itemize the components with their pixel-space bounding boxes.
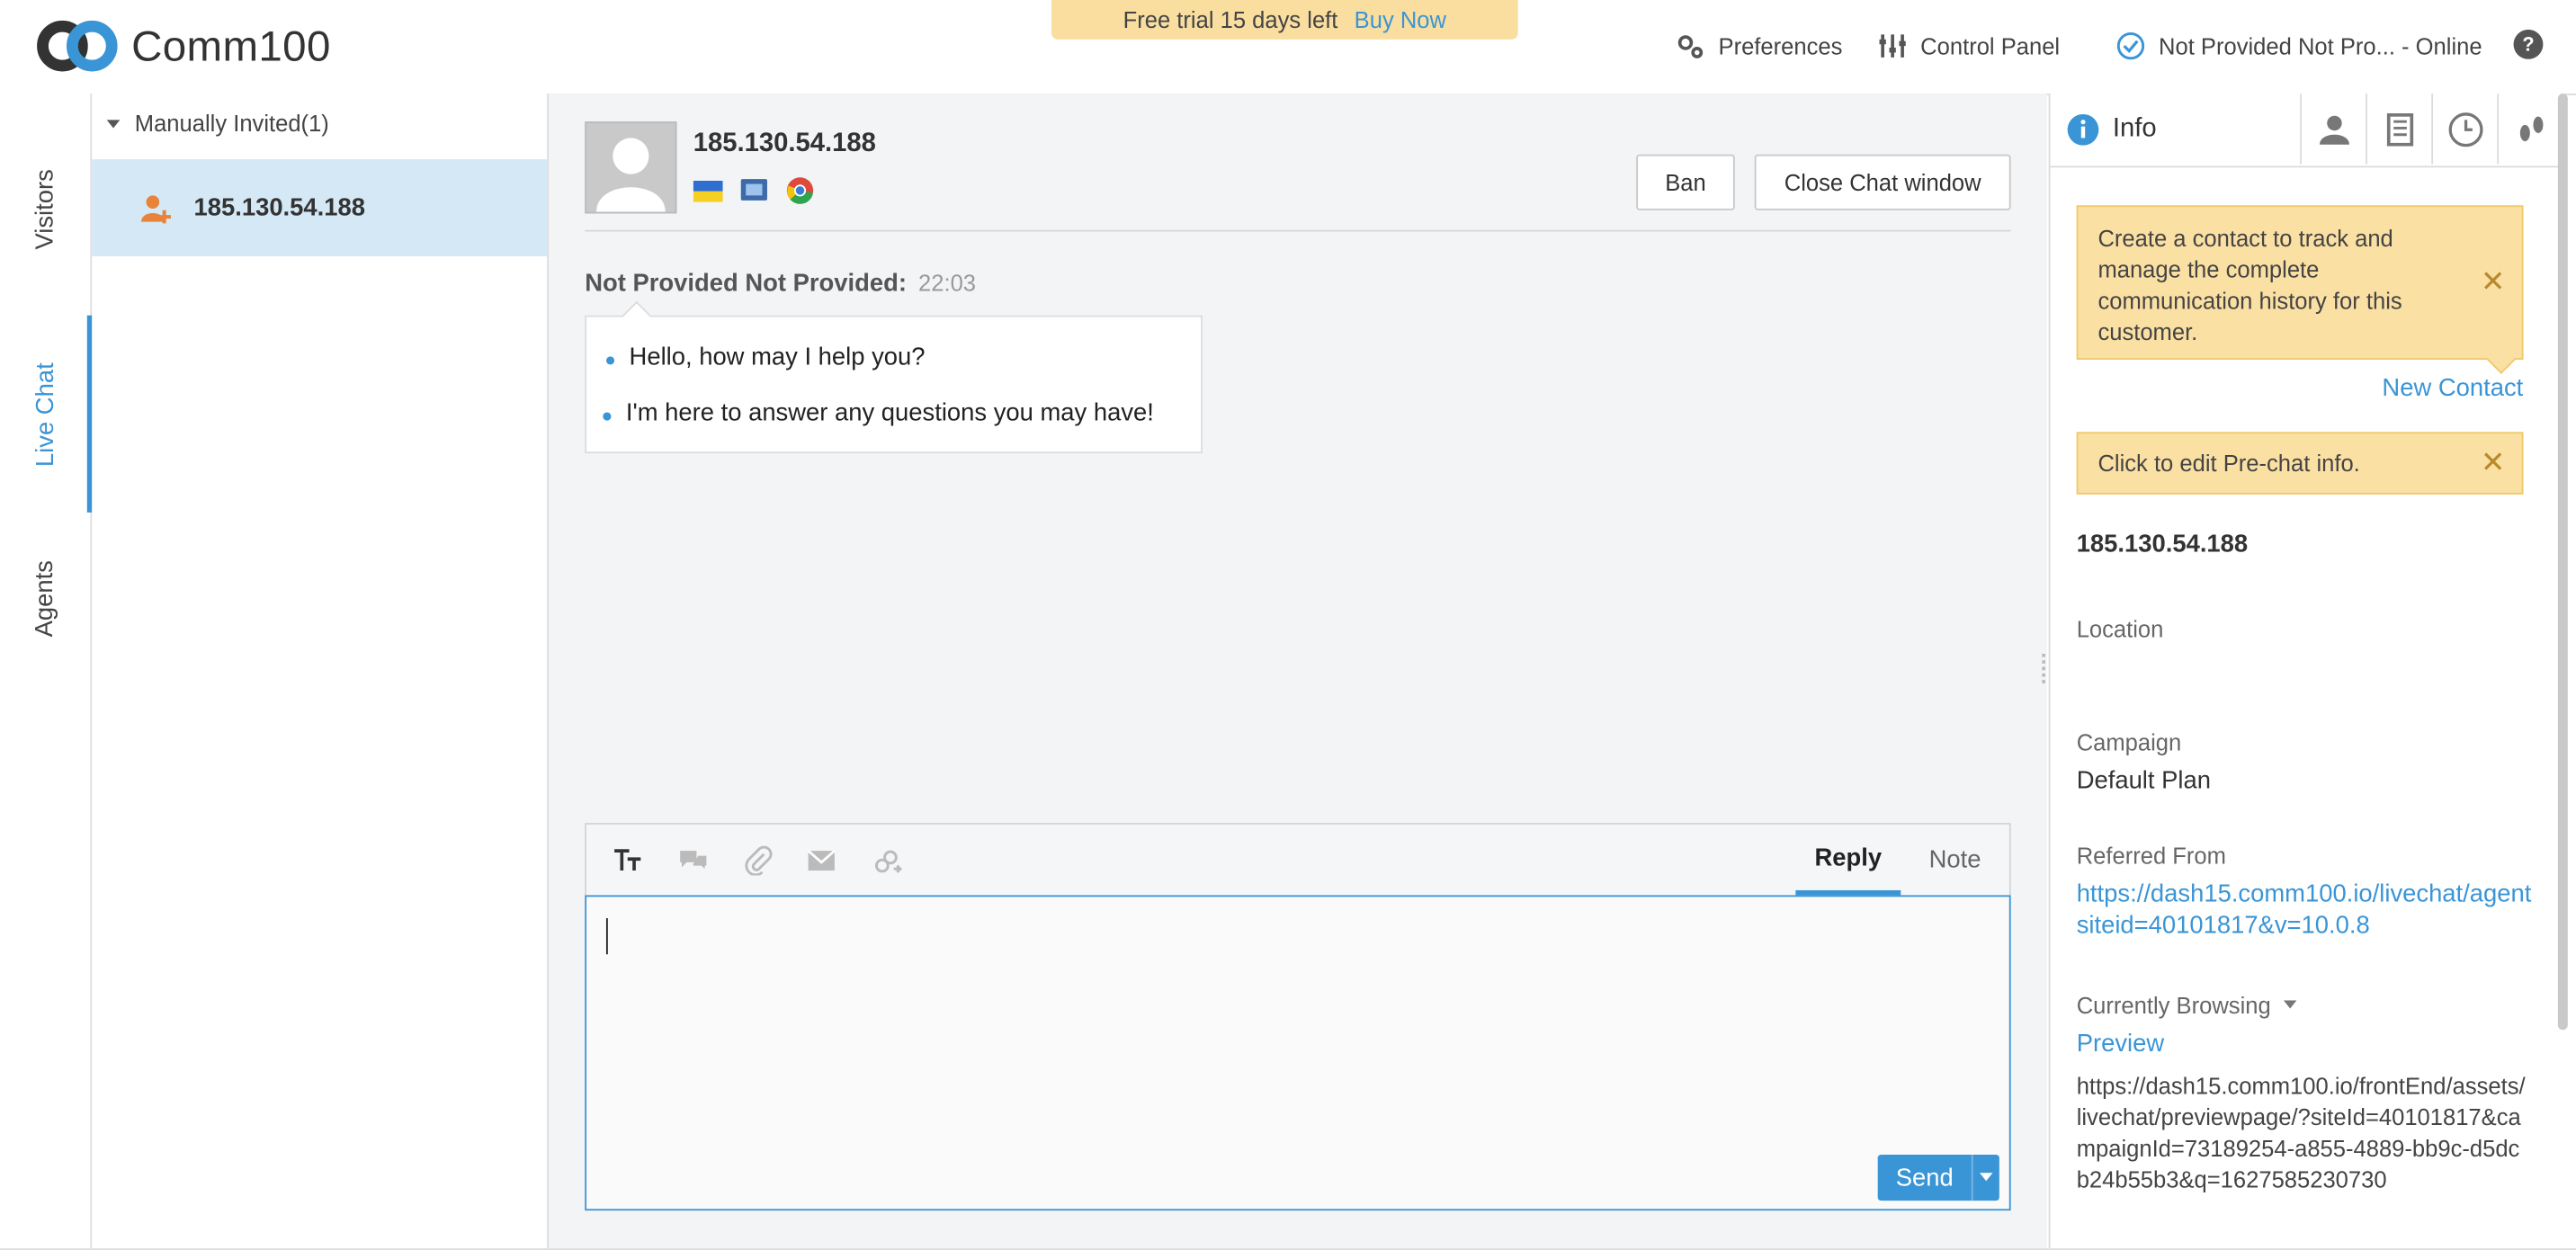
message-header: Not Provided Not Provided: 22:03 — [585, 270, 976, 298]
browsing-page-title-link[interactable]: Preview — [2077, 1028, 2164, 1059]
caret-down-icon — [2284, 1000, 2297, 1009]
text-cursor — [605, 918, 608, 955]
app-window: Comm100 Free trial 15 days left Buy Now … — [0, 0, 2576, 1250]
canned-messages-icon[interactable] — [677, 844, 711, 878]
campaign-value: Default Plan — [2076, 766, 2211, 796]
agent-status-menu[interactable]: Not Provided Not Pro... - Online — [2116, 26, 2482, 66]
prechat-tip-text: Click to edit Pre-chat info. — [2097, 450, 2360, 477]
info-icon — [2067, 113, 2099, 146]
message-line: I'm here to answer any questions you may… — [603, 398, 1154, 427]
attachment-icon[interactable] — [743, 844, 776, 878]
send-label: Send — [1895, 1164, 1954, 1192]
clock-icon — [2448, 112, 2483, 147]
brand-name: Comm100 — [131, 20, 331, 70]
message-line: Hello, how may I help you? — [605, 343, 926, 371]
visitor-avatar — [585, 121, 677, 214]
caret-down-icon — [106, 120, 121, 129]
online-check-icon — [2116, 31, 2145, 60]
ukraine-flag-icon — [693, 180, 723, 201]
message-sender: Not Provided Not Provided: — [585, 269, 907, 298]
send-button[interactable]: Send — [1877, 1155, 1999, 1201]
new-contact-link[interactable]: New Contact — [2382, 374, 2523, 402]
create-contact-tip: Create a contact to track and manage the… — [2076, 205, 2524, 361]
rail-tab-live-chat[interactable]: Live Chat — [0, 315, 93, 513]
ban-button[interactable]: Ban — [1636, 154, 1735, 210]
rail-tab-visitors[interactable]: Visitors — [0, 110, 90, 307]
create-contact-tip-text: Create a contact to track and manage the… — [2097, 225, 2402, 345]
info-tab-label: Info — [2112, 114, 2157, 143]
tab-note[interactable]: Note — [1914, 825, 1996, 896]
referred-from-link-cont[interactable]: siteid=40101817&v=10.0.8 — [2077, 910, 2370, 942]
control-panel-label: Control Panel — [1920, 32, 2061, 59]
rail-tab-label: Visitors — [31, 168, 59, 249]
currently-browsing-header[interactable]: Currently Browsing — [2077, 992, 2297, 1018]
location-label: Location — [2076, 615, 2164, 643]
referred-from-label: Referred From — [2076, 842, 2226, 870]
visitor-list-item[interactable]: 185.130.54.188 — [92, 159, 548, 256]
close-icon[interactable]: ✕ — [2481, 447, 2506, 479]
agent-status-label: Not Provided Not Pro... - Online — [2159, 32, 2482, 59]
footprints-icon — [2519, 115, 2544, 141]
message-composer: Reply Note Send — [585, 823, 2011, 1211]
chat-area: 185.130.54.188 Ban Close Chat window Not… — [549, 94, 2047, 1249]
visitor-list-panel: Manually Invited(1) 185.130.54.188 — [92, 94, 550, 1249]
campaign-label: Campaign — [2076, 728, 2182, 756]
visitor-ip-info: 185.130.54.188 — [2076, 530, 2249, 559]
currently-browsing-label: Currently Browsing — [2076, 992, 2271, 1019]
rail-tab-agents[interactable]: Agents — [0, 499, 90, 696]
tab-info[interactable]: Info — [2050, 94, 2300, 165]
rail-tab-label: Agents — [31, 559, 59, 637]
tab-footprints[interactable] — [2497, 94, 2565, 165]
message-bubble: Hello, how may I help you? I'm here to a… — [585, 315, 1203, 454]
trial-banner: Free trial 15 days left Buy Now — [1051, 0, 1518, 40]
send-options-caret-icon[interactable] — [1973, 1173, 1999, 1183]
composer-toolbar: Reply Note — [586, 824, 2009, 896]
tab-history[interactable] — [2431, 94, 2500, 165]
control-panel-button[interactable]: Control Panel — [1878, 26, 2060, 66]
notebook-icon — [2386, 112, 2414, 146]
prechat-tip[interactable]: Click to edit Pre-chat info. ✕ — [2076, 432, 2524, 495]
sliders-icon — [1879, 34, 1906, 58]
person-icon — [2320, 114, 2349, 144]
tab-contact[interactable] — [2300, 94, 2367, 165]
referred-from-link[interactable]: https://dash15.comm100.io/livechat/agent — [2077, 879, 2532, 910]
divider — [585, 229, 2011, 232]
comm100-logo-icon — [37, 20, 118, 72]
top-header: Comm100 Free trial 15 days left Buy Now … — [0, 0, 2576, 95]
windows-os-icon — [740, 179, 767, 201]
chat-visitor-ip: 185.130.54.188 — [693, 129, 876, 158]
visitor-info-panel: Info Create a contact to track and manag… — [2048, 94, 2565, 1249]
visitor-ip: 185.130.54.188 — [193, 193, 365, 222]
help-icon[interactable]: ? — [2513, 29, 2544, 59]
side-rail: Visitors Live Chat Agents — [0, 94, 93, 1249]
text-format-icon[interactable] — [611, 844, 644, 878]
scrollbar[interactable] — [2557, 94, 2568, 1031]
visitor-meta-icons — [693, 175, 815, 205]
trial-text: Free trial 15 days left — [1123, 6, 1338, 33]
tab-notebook[interactable] — [2366, 94, 2434, 165]
email-icon[interactable] — [805, 844, 838, 878]
preferences-button[interactable]: Preferences — [1676, 26, 1842, 66]
person-silhouette-icon — [596, 138, 666, 212]
invited-visitor-icon — [141, 194, 171, 223]
browsing-page-url: https://dash15.comm100.io/frontEnd/asset… — [2076, 1072, 2526, 1193]
close-chat-window-button[interactable]: Close Chat window — [1754, 154, 2011, 210]
preferences-label: Preferences — [1718, 32, 1843, 59]
resize-handle[interactable] — [2042, 653, 2048, 683]
info-tabs: Info — [2050, 94, 2565, 168]
close-icon[interactable]: ✕ — [2481, 266, 2506, 299]
message-time: 22:03 — [918, 269, 977, 296]
chrome-browser-icon — [786, 177, 814, 204]
tab-reply[interactable]: Reply — [1795, 825, 1901, 896]
gears-icon — [1677, 35, 1704, 58]
group-label: Manually Invited(1) — [134, 110, 329, 137]
visitor-group-header[interactable]: Manually Invited(1) — [105, 110, 329, 137]
logo[interactable]: Comm100 — [36, 16, 331, 76]
buy-now-link[interactable]: Buy Now — [1355, 6, 1446, 32]
transfer-link-icon[interactable] — [871, 844, 904, 878]
message-input[interactable]: Send — [585, 895, 2011, 1211]
rail-tab-label: Live Chat — [31, 362, 59, 467]
